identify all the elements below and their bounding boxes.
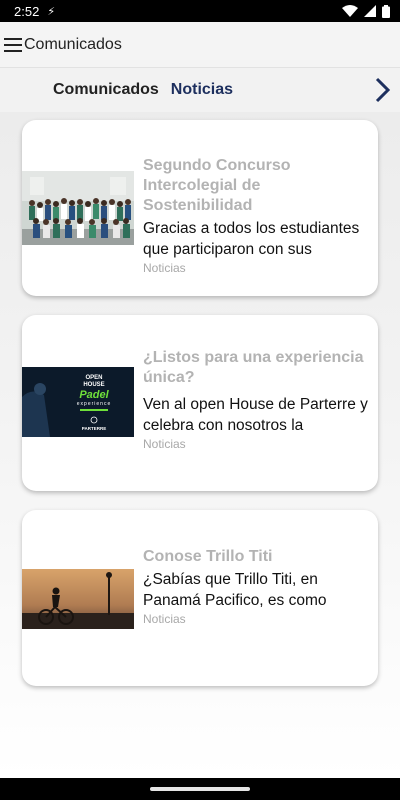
- poster-line1: OPEN: [85, 375, 102, 381]
- news-image-group-photo: [22, 171, 134, 245]
- news-card-title: Conose Trillo Titi: [143, 548, 273, 565]
- poster-brand: PARTERRE: [82, 426, 106, 431]
- menu-button[interactable]: [2, 34, 24, 56]
- news-card-title: ¿Listos para una experiencia única?: [143, 349, 364, 386]
- status-bar: 2:52 ⚡: [0, 0, 400, 22]
- tab-strip: Comunicados Noticias: [0, 68, 400, 112]
- status-icons: [342, 4, 390, 18]
- wifi-icon: [342, 5, 358, 17]
- news-card[interactable]: Conose Trillo Titi ¿Sabías que Trillo Ti…: [22, 510, 378, 686]
- news-card-category: Noticias: [143, 612, 186, 626]
- hamburger-icon: [4, 37, 22, 52]
- news-list: Segundo Concurso Intercolegial de Sosten…: [0, 112, 400, 778]
- poster-line4: experience: [77, 401, 111, 407]
- app-title: Comunicados: [24, 35, 122, 53]
- news-card[interactable]: OPEN HOUSE Padel experience PARTERRE ¿Li…: [22, 315, 378, 491]
- news-image-cyclist-sunset: [22, 569, 134, 629]
- app-bar: Comunicados: [0, 22, 400, 68]
- news-card-body: Gracias a todos los estudiantes que part…: [143, 220, 360, 258]
- battery-icon: [382, 4, 390, 18]
- news-card[interactable]: Segundo Concurso Intercolegial de Sosten…: [22, 120, 378, 296]
- news-image-padel-poster: OPEN HOUSE Padel experience PARTERRE: [22, 367, 134, 437]
- news-card-category: Noticias: [143, 437, 186, 451]
- status-time: 2:52: [14, 3, 40, 19]
- signal-icon: [364, 5, 376, 17]
- home-gesture-handle[interactable]: [150, 787, 250, 791]
- poster-line2: HOUSE: [83, 382, 104, 388]
- data-saver-icon: ⚡: [47, 5, 56, 18]
- news-card-category: Noticias: [143, 261, 186, 275]
- system-nav-bar: [0, 778, 400, 800]
- tab-noticias[interactable]: Noticias: [171, 81, 233, 99]
- news-card-body: Ven al open House de Parterre y celebra …: [143, 396, 368, 434]
- news-card-texts: ¿Listos para una experiencia única? Ven …: [143, 348, 372, 451]
- news-card-texts: Conose Trillo Titi ¿Sabías que Trillo Ti…: [143, 547, 372, 626]
- news-card-body: ¿Sabías que Trillo Titi, en Panamá Pacif…: [143, 571, 327, 609]
- news-card-title: Segundo Concurso Intercolegial de Sosten…: [143, 157, 291, 214]
- poster-line3: Padel: [79, 389, 109, 401]
- tab-comunicados[interactable]: Comunicados: [53, 81, 159, 99]
- chevron-right-icon[interactable]: [370, 76, 394, 104]
- news-card-texts: Segundo Concurso Intercolegial de Sosten…: [143, 156, 372, 275]
